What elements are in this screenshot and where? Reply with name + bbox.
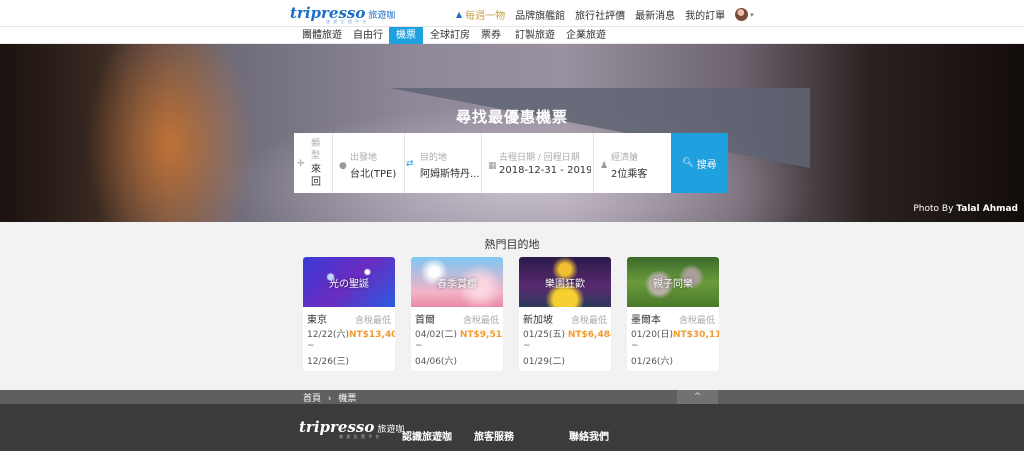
card-tag: 樂園狂歡: [545, 278, 585, 290]
card-tax-label: 含稅最低: [354, 316, 391, 326]
search-icon: 🔍︎: [682, 158, 694, 168]
nav-agency-reviews[interactable]: 旅行社評價: [575, 7, 625, 22]
swap-arrows-icon: ✛: [297, 159, 305, 169]
footer-link-about[interactable]: 認識旅遊咖: [402, 428, 452, 443]
destination-card[interactable]: 光の聖誕 東京 含稅最低 12/22(六)NT$13,400 ~ 12/26(三…: [303, 257, 395, 371]
date-range-label: 去程日期 / 回程日期: [499, 153, 580, 163]
card-price: NT$9,512: [459, 330, 503, 340]
search-button[interactable]: 🔍︎ 搜尋: [671, 133, 728, 193]
card-return: 04/06(六): [415, 357, 457, 367]
footer: tripresso 旅遊咖 旅 遊 比 價 平 台 認識旅遊咖 旅客服務 聯絡我…: [0, 404, 1024, 451]
date-range-value: 2018-12-31 - 2019-...: [499, 165, 591, 176]
category-tabs: 團體旅遊 自由行 機票 全球訂房 票券 訂製旅遊 企業旅遊: [0, 27, 1024, 44]
destination-card[interactable]: 親子同樂 墨爾本 含稅最低 01/20(日)NT$30,110 ~ 01/26(…: [627, 257, 719, 371]
card-tag: 親子同樂: [653, 278, 693, 290]
tab-group-tours[interactable]: 團體旅遊: [302, 27, 342, 44]
card-depart-row: 04/02(二) NT$9,512: [415, 327, 503, 340]
card-tilde: ~: [523, 341, 531, 351]
card-price: NT$13,400: [348, 330, 395, 340]
card-tilde: ~: [307, 341, 315, 351]
card-city: 東京: [307, 315, 327, 326]
card-tax-label: 含稅最低: [678, 316, 715, 326]
user-menu[interactable]: ▾: [735, 8, 754, 21]
card-tag: 春季賞櫻: [437, 278, 477, 290]
card-price: NT$6,484: [567, 330, 611, 340]
breadcrumb-home[interactable]: 首頁: [303, 394, 321, 404]
card-image: 光の聖誕: [303, 257, 395, 307]
footer-link-service[interactable]: 旅客服務: [474, 428, 514, 443]
location-pin-icon: ●: [339, 161, 347, 171]
cabin-label: 經濟艙: [611, 153, 639, 163]
nav-my-orders[interactable]: 我的訂單: [685, 7, 725, 22]
top-nav: ▲ 每週一物 品牌旗艦館 旅行社評價 最新消息 我的訂單 ▾: [456, 7, 754, 22]
card-depart-row: 12/22(六)NT$13,400: [307, 327, 395, 340]
tab-custom-tours[interactable]: 訂製旅遊: [515, 27, 555, 44]
breadcrumb-separator-icon: ›: [327, 394, 332, 404]
card-city: 新加坡: [523, 315, 553, 326]
top-header: tripresso 旅遊咖 旅 遊 比 價 平 台 ▲ 每週一物 品牌旗艦館 旅…: [0, 0, 1024, 27]
destination-card[interactable]: 樂園狂歡 新加坡 含稅最低 01/25(五) NT$6,484 ~ 01/29(…: [519, 257, 611, 371]
logo-tagline: 旅 遊 比 價 平 台: [326, 19, 368, 24]
card-image: 春季賞櫻: [411, 257, 503, 307]
card-depart-row: 01/25(五) NT$6,484: [523, 327, 611, 340]
cabin-passengers-field[interactable]: ♟ 經濟艙 2位乘客: [594, 133, 671, 193]
photo-credit: Photo By Talal Ahmad: [913, 204, 1018, 214]
card-city: 首爾: [415, 315, 435, 326]
tab-free-travel[interactable]: 自由行: [353, 27, 383, 44]
person-icon: ♟: [600, 161, 609, 171]
origin-value: 台北(TPE): [350, 169, 397, 180]
tab-corporate[interactable]: 企業旅遊: [566, 27, 606, 44]
origin-field[interactable]: ● 出發地 台北(TPE): [333, 133, 405, 193]
card-city: 墨爾本: [631, 315, 661, 326]
nav-latest-news[interactable]: 最新消息: [635, 7, 675, 22]
card-return: 01/29(二): [523, 357, 565, 367]
popular-destinations-title: 熱門目的地: [484, 238, 540, 251]
card-tax-label: 含稅最低: [462, 316, 499, 326]
passengers-value: 2位乘客: [611, 169, 648, 180]
swap-route-icon[interactable]: ⇄: [406, 159, 414, 169]
footer-link-contact[interactable]: 聯絡我們: [569, 428, 609, 443]
destination-card[interactable]: 春季賞櫻 首爾 含稅最低 04/02(二) NT$9,512 ~ 04/06(六…: [411, 257, 503, 371]
card-image: 親子同樂: [627, 257, 719, 307]
footer-logo[interactable]: tripresso 旅遊咖 旅 遊 比 價 平 台: [299, 418, 405, 439]
hero-title: 尋找最優惠機票: [455, 108, 568, 126]
avatar: [735, 8, 749, 21]
card-tilde: ~: [631, 341, 639, 351]
promo-link[interactable]: ▲ 每週一物: [456, 7, 505, 22]
nav-brand-flagship[interactable]: 品牌旗艦館: [515, 7, 565, 22]
site-logo[interactable]: tripresso 旅遊咖 旅 遊 比 價 平 台: [290, 4, 396, 24]
destination-value: 阿姆斯特丹...: [420, 169, 480, 180]
card-image: 樂園狂歡: [519, 257, 611, 307]
breadcrumb: 首頁 › 機票: [303, 391, 356, 404]
card-price: NT$30,110: [672, 330, 719, 340]
card-tax-label: 含稅最低: [570, 316, 607, 326]
logo-cn: 旅遊咖: [368, 11, 396, 21]
footer-logo-cn: 旅遊咖: [377, 425, 405, 435]
tab-tickets[interactable]: 票券: [481, 27, 501, 44]
breadcrumb-current: 機票: [338, 394, 357, 404]
flight-search-form: ✛ 類型 來回 ● 出發地 台北(TPE) ⇄ 目的地 阿姆斯特丹... ▦ 去…: [294, 133, 728, 193]
footer-logo-tagline: 旅 遊 比 價 平 台: [339, 434, 381, 439]
mountain-icon: ▲: [456, 10, 463, 19]
destination-label: 目的地: [420, 153, 448, 163]
trip-type-select[interactable]: ✛ 類型 來回: [294, 133, 333, 193]
origin-label: 出發地: [350, 153, 378, 163]
destination-field[interactable]: ⇄ 目的地 阿姆斯特丹...: [405, 133, 482, 193]
tab-flights[interactable]: 機票: [389, 27, 423, 44]
card-return: 01/26(六): [631, 357, 673, 367]
card-depart-row: 01/20(日)NT$30,110: [631, 327, 719, 340]
chevron-down-icon: ▾: [750, 10, 754, 19]
tab-hotels[interactable]: 全球訂房: [430, 27, 470, 44]
breadcrumb-bar: 首頁 › 機票 ^: [0, 390, 1024, 404]
trip-type-label: 類型: [311, 139, 321, 161]
date-range-field[interactable]: ▦ 去程日期 / 回程日期 2018-12-31 - 2019-...: [482, 133, 594, 193]
card-tag: 光の聖誕: [329, 278, 369, 290]
calendar-icon: ▦: [488, 161, 497, 171]
trip-type-value: 來回: [311, 164, 321, 188]
card-return: 12/26(三): [307, 357, 349, 367]
back-to-top-button[interactable]: ^: [677, 390, 718, 404]
card-tilde: ~: [415, 341, 423, 351]
